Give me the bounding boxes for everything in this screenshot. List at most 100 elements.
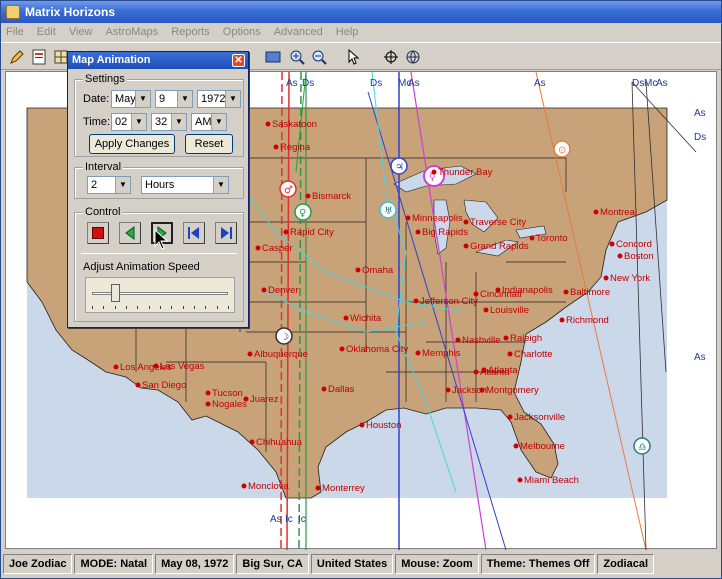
speed-slider[interactable]: [85, 277, 235, 313]
ampm-select[interactable]: AM ▼: [191, 113, 227, 131]
city-marker[interactable]: Albuquerque: [247, 349, 308, 360]
city-marker[interactable]: Bismarck: [305, 191, 352, 202]
city-marker[interactable]: Nogales: [205, 399, 248, 410]
city-marker[interactable]: Chihuahua: [249, 437, 303, 448]
close-icon[interactable]: ✕: [232, 54, 245, 67]
chevron-down-icon[interactable]: ▼: [213, 177, 228, 193]
slider-thumb[interactable]: [111, 284, 121, 302]
step-back-button[interactable]: [119, 222, 141, 244]
city-marker[interactable]: Wichita: [343, 313, 382, 324]
city-dot: [431, 169, 437, 175]
pencil-icon[interactable]: [7, 47, 27, 67]
city-marker[interactable]: Monterrey: [315, 483, 366, 494]
menu-file[interactable]: File: [1, 23, 29, 41]
city-marker[interactable]: Rapid City: [283, 227, 335, 238]
city-marker[interactable]: Saskatoon: [265, 119, 317, 130]
city-marker[interactable]: Atlanta: [473, 367, 511, 378]
menu-advanced[interactable]: Advanced: [269, 23, 328, 41]
city-marker[interactable]: Montreal: [593, 207, 637, 218]
city-marker[interactable]: Casper: [255, 243, 293, 254]
chevron-down-icon[interactable]: ▼: [211, 114, 226, 130]
chevron-down-icon[interactable]: ▼: [115, 177, 130, 193]
map-icon[interactable]: [263, 47, 283, 67]
chevron-down-icon[interactable]: ▼: [135, 91, 150, 107]
city-marker[interactable]: Thunder Bay: [431, 167, 493, 178]
city-marker[interactable]: Memphis: [415, 348, 461, 359]
city-marker[interactable]: Jefferson City: [413, 296, 479, 307]
city-marker[interactable]: Los Angeles: [113, 362, 173, 373]
city-marker[interactable]: Monclova: [241, 481, 290, 492]
title-bar[interactable]: Matrix Horizons: [1, 1, 721, 23]
city-marker[interactable]: Toronto: [529, 233, 568, 244]
menu-view[interactable]: View: [64, 23, 98, 41]
city-label: Thunder Bay: [438, 167, 493, 178]
status-bar: Joe Zodiac MODE: Natal May 08, 1972 Big …: [3, 554, 719, 576]
globe-icon[interactable]: [403, 47, 423, 67]
chevron-down-icon[interactable]: ▼: [171, 114, 186, 130]
menu-reports[interactable]: Reports: [166, 23, 215, 41]
apply-changes-button[interactable]: Apply Changes: [89, 134, 175, 154]
city-marker[interactable]: Montgomery: [479, 385, 540, 396]
city-marker[interactable]: Charlotte: [507, 349, 553, 360]
hour-select[interactable]: 02 ▼: [111, 113, 147, 131]
city-marker[interactable]: Houston: [359, 420, 402, 431]
minute-value: 32: [155, 116, 168, 128]
dialog-title-bar[interactable]: Map Animation ✕: [68, 52, 248, 69]
city-marker[interactable]: Omaha: [355, 265, 394, 276]
slider-tick: [216, 306, 218, 309]
line-label-top: Ds: [632, 78, 644, 89]
city-marker[interactable]: Tucson: [205, 388, 243, 399]
city-label: Louisville: [490, 305, 529, 316]
year-select[interactable]: 1972 ▼: [197, 90, 241, 108]
city-marker[interactable]: New York: [603, 273, 651, 284]
report-icon[interactable]: [29, 47, 49, 67]
zoom-in-icon[interactable]: [287, 47, 307, 67]
month-select[interactable]: May ▼: [111, 90, 151, 108]
jump-end-button[interactable]: [215, 222, 237, 244]
reset-button[interactable]: Reset: [185, 134, 233, 154]
city-marker[interactable]: Louisville: [483, 305, 530, 316]
menu-edit[interactable]: Edit: [32, 23, 61, 41]
jump-start-button[interactable]: [183, 222, 205, 244]
menu-help[interactable]: Help: [331, 23, 364, 41]
city-marker[interactable]: Richmond: [559, 315, 609, 326]
city-dot: [355, 267, 361, 273]
city-marker[interactable]: Oklahoma City: [339, 344, 409, 355]
city-marker[interactable]: Nashville: [455, 335, 501, 346]
chevron-down-icon[interactable]: ▼: [225, 91, 240, 107]
city-marker[interactable]: Grand Rapids: [463, 241, 529, 252]
city-marker[interactable]: Raleigh: [503, 333, 543, 344]
city-marker[interactable]: Miami Beach: [517, 475, 579, 486]
chevron-down-icon[interactable]: ▼: [131, 114, 146, 130]
city-marker[interactable]: Concord: [609, 239, 652, 250]
city-marker[interactable]: Cincinnati: [473, 289, 522, 300]
city-marker[interactable]: Denver: [261, 285, 299, 296]
target-icon[interactable]: [381, 47, 401, 67]
minute-select[interactable]: 32 ▼: [151, 113, 187, 131]
interval-select[interactable]: 2 ▼: [87, 176, 131, 194]
city-label: Albuquerque: [254, 349, 308, 360]
day-select[interactable]: 9 ▼: [155, 90, 193, 108]
chevron-down-icon[interactable]: ▼: [177, 91, 192, 107]
stop-button[interactable]: [87, 222, 109, 244]
zoom-out-icon[interactable]: [309, 47, 329, 67]
city-marker[interactable]: Jacksonville: [507, 412, 566, 423]
city-marker[interactable]: San Diego: [135, 380, 187, 391]
menu-options[interactable]: Options: [218, 23, 266, 41]
slider-tick: [148, 306, 150, 309]
pointer-icon[interactable]: [343, 47, 363, 67]
city-marker[interactable]: Traverse City: [463, 217, 527, 228]
city-dot: [563, 289, 569, 295]
menu-astromaps[interactable]: AstroMaps: [101, 23, 164, 41]
city-marker[interactable]: Minneapolis: [405, 213, 463, 224]
city-label: Grand Rapids: [470, 241, 529, 252]
city-label: Charlotte: [514, 349, 553, 360]
city-label: Minneapolis: [412, 213, 463, 224]
city-marker[interactable]: Melbourne: [513, 441, 565, 452]
city-marker[interactable]: Regina: [273, 142, 311, 153]
city-marker[interactable]: Big Rapids: [415, 227, 469, 238]
slider-tick: [171, 306, 173, 309]
city-dot: [445, 387, 451, 393]
interval-unit-select[interactable]: Hours ▼: [141, 176, 229, 194]
city-marker[interactable]: Baltimore: [563, 287, 611, 298]
